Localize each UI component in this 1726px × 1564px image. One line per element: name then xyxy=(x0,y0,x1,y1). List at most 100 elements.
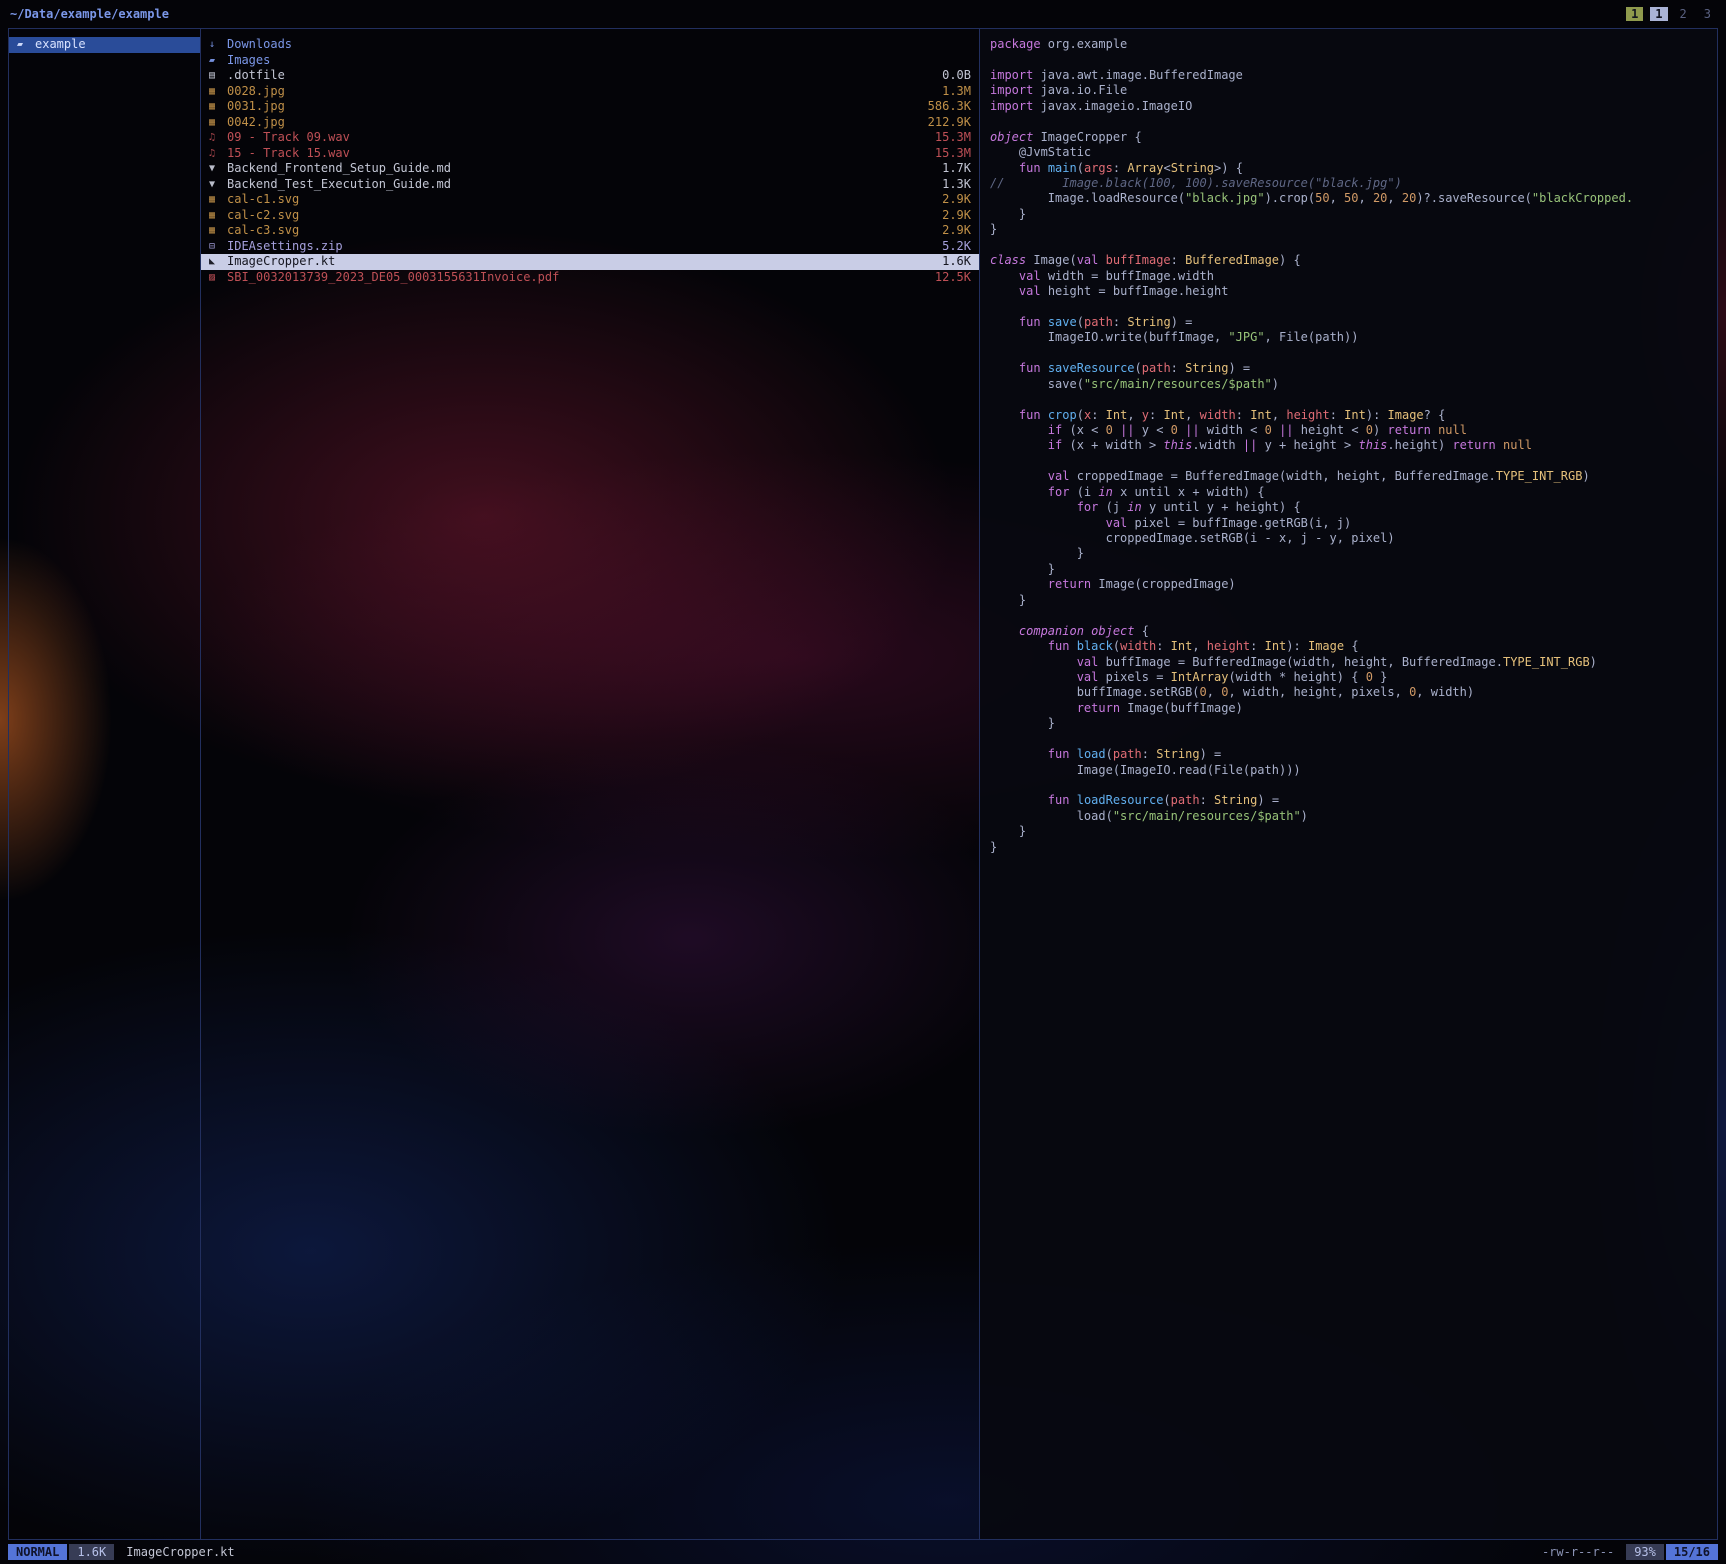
tab-1[interactable]: 1 xyxy=(1626,7,1643,21)
file-row[interactable]: ◣ImageCropper.kt 1.6K xyxy=(201,254,979,270)
file-row[interactable]: ⊟IDEAsettings.zip5.2K xyxy=(201,239,979,255)
file-name: 15 - Track 15.wav xyxy=(227,146,927,162)
panes-container: ▰example ↓Downloads▰Images▤.dotfile0.0B▦… xyxy=(8,28,1718,1540)
tab-bar: 1123 xyxy=(1626,7,1716,21)
code-line xyxy=(990,608,1717,623)
cursor-position-badge: 15/16 xyxy=(1666,1544,1718,1560)
folder-icon: ▰ xyxy=(17,37,35,53)
code-line: @JvmStatic xyxy=(990,145,1717,160)
file-size: 1.3K xyxy=(942,177,971,193)
file-row[interactable]: ♫15 - Track 15.wav15.3M xyxy=(201,146,979,162)
file-name: 0028.jpg xyxy=(227,84,934,100)
file-icon: ▤ xyxy=(209,68,227,84)
markdown-icon: ▼ xyxy=(209,177,227,193)
file-row[interactable]: ▦0031.jpg 586.3K xyxy=(201,99,979,115)
file-name: ImageCropper.kt xyxy=(227,254,934,270)
file-row[interactable]: ♫09 - Track 09.wav15.3M xyxy=(201,130,979,146)
file-row[interactable]: ↓Downloads xyxy=(201,37,979,53)
tab-2[interactable]: 1 xyxy=(1650,7,1667,21)
image-icon: ▦ xyxy=(209,223,227,239)
code-line: import java.awt.image.BufferedImage xyxy=(990,68,1717,83)
code-line: } xyxy=(990,716,1717,731)
top-bar: ~/Data/example/example 1123 xyxy=(0,0,1726,28)
file-name: IDEAsettings.zip xyxy=(227,239,934,255)
image-icon: ▦ xyxy=(209,99,227,115)
file-size: 2.9K xyxy=(942,192,971,208)
file-size: 1.3M xyxy=(942,84,971,100)
tab-4[interactable]: 3 xyxy=(1699,7,1716,21)
code-line xyxy=(990,732,1717,747)
file-size: 2.9K xyxy=(942,208,971,224)
code-line xyxy=(990,299,1717,314)
code-line: } xyxy=(990,207,1717,222)
code-line xyxy=(990,392,1717,407)
code-line: fun crop(x: Int, y: Int, width: Int, hei… xyxy=(990,408,1717,423)
file-size: 5.2K xyxy=(942,239,971,255)
file-row[interactable]: ▼Backend_Test_Execution_Guide.md 1.3K xyxy=(201,177,979,193)
file-size: 1.7K xyxy=(942,161,971,177)
code-line: val pixels = IntArray(width * height) { … xyxy=(990,670,1717,685)
breadcrumb: ~/Data/example/example xyxy=(10,7,169,21)
code-line xyxy=(990,114,1717,129)
file-size: 212.9K xyxy=(928,115,971,131)
file-name: Backend_Frontend_Setup_Guide.md xyxy=(227,161,934,177)
file-row[interactable]: ▦cal-c3.svg 2.9K xyxy=(201,223,979,239)
code-line: fun main(args: Array<String>) { xyxy=(990,161,1717,176)
file-name: Images xyxy=(227,53,963,69)
parent-item-label: example xyxy=(35,37,192,53)
code-line: class Image(val buffImage: BufferedImage… xyxy=(990,253,1717,268)
code-line: } xyxy=(990,840,1717,855)
code-line: fun load(path: String) = xyxy=(990,747,1717,762)
file-name: Backend_Test_Execution_Guide.md xyxy=(227,177,934,193)
file-name: Downloads xyxy=(227,37,963,53)
download-icon: ↓ xyxy=(209,37,227,53)
tab-3[interactable]: 2 xyxy=(1675,7,1692,21)
code-line: load("src/main/resources/$path") xyxy=(990,809,1717,824)
code-line: return Image(croppedImage) xyxy=(990,577,1717,592)
file-size: 1.6K xyxy=(942,254,971,270)
image-icon: ▦ xyxy=(209,115,227,131)
file-row[interactable]: ▨SBI_0032013739_2023_DE05_0003155631Invo… xyxy=(201,270,979,286)
code-line: if (x < 0 || y < 0 || width < 0 || heigh… xyxy=(990,423,1717,438)
status-filename: ImageCropper.kt xyxy=(126,1545,234,1559)
parent-item[interactable]: ▰example xyxy=(9,37,200,53)
code-line: val croppedImage = BufferedImage(width, … xyxy=(990,469,1717,484)
file-name: 0042.jpg xyxy=(227,115,920,131)
code-line: for (i in x until x + width) { xyxy=(990,485,1717,500)
code-line: import javax.imageio.ImageIO xyxy=(990,99,1717,114)
file-row[interactable]: ▦0042.jpg 212.9K xyxy=(201,115,979,131)
file-row[interactable]: ▦cal-c2.svg2.9K xyxy=(201,208,979,224)
code-line: croppedImage.setRGB(i - x, j - y, pixel) xyxy=(990,531,1717,546)
code-line: val buffImage = BufferedImage(width, hei… xyxy=(990,655,1717,670)
file-name: 0031.jpg xyxy=(227,99,920,115)
file-size: 15.3M xyxy=(935,130,971,146)
code-line: fun black(width: Int, height: Int): Imag… xyxy=(990,639,1717,654)
code-line: companion object { xyxy=(990,624,1717,639)
code-line: buffImage.setRGB(0, 0, width, height, pi… xyxy=(990,685,1717,700)
file-size: 586.3K xyxy=(928,99,971,115)
kotlin-icon: ◣ xyxy=(209,254,227,270)
file-name: cal-c3.svg xyxy=(227,223,934,239)
file-row[interactable]: ▼Backend_Frontend_Setup_Guide.md1.7K xyxy=(201,161,979,177)
file-size-badge: 1.6K xyxy=(69,1544,114,1560)
pdf-icon: ▨ xyxy=(209,270,227,286)
code-line: } xyxy=(990,546,1717,561)
file-name: cal-c2.svg xyxy=(227,208,934,224)
code-line: } xyxy=(990,222,1717,237)
file-row[interactable]: ▰Images xyxy=(201,53,979,69)
code-line xyxy=(990,778,1717,793)
file-row[interactable]: ▤.dotfile0.0B xyxy=(201,68,979,84)
mode-badge: NORMAL xyxy=(8,1544,67,1560)
code-line xyxy=(990,346,1717,361)
file-row[interactable]: ▦0028.jpg 1.3M xyxy=(201,84,979,100)
image-icon: ▦ xyxy=(209,84,227,100)
file-row[interactable]: ▦cal-c1.svg2.9K xyxy=(201,192,979,208)
file-size: 2.9K xyxy=(942,223,971,239)
code-line: } xyxy=(990,593,1717,608)
file-size: 0.0B xyxy=(942,68,971,84)
file-name: 09 - Track 09.wav xyxy=(227,130,927,146)
code-line: fun loadResource(path: String) = xyxy=(990,793,1717,808)
code-line: for (j in y until y + height) { xyxy=(990,500,1717,515)
code-line: val width = buffImage.width xyxy=(990,269,1717,284)
status-right: -rw-r--r-- 93% 15/16 xyxy=(1542,1544,1718,1560)
